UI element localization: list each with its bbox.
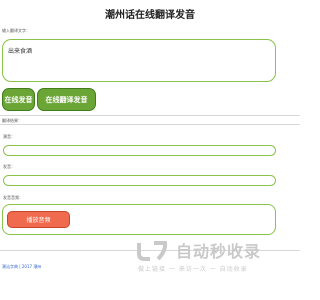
- divider: [0, 124, 300, 125]
- pronunciation-field[interactable]: [3, 175, 276, 186]
- pronunciation-label: 发音：: [3, 164, 15, 169]
- speak-button[interactable]: 在线发音: [2, 88, 35, 111]
- chaoyin-label: 潮音：: [3, 134, 15, 139]
- footer-link[interactable]: 潮汕字典 | 2017 潮州: [2, 264, 41, 270]
- translate-speak-button[interactable]: 在线翻译发音: [37, 88, 96, 111]
- watermark-text: 自动秒收录: [176, 242, 262, 261]
- input-label: 输入翻译文字：: [2, 28, 30, 33]
- watermark: 自动秒收录 做上链接 一 来访一次 一 自动收录: [136, 238, 296, 278]
- chaoyin-field[interactable]: [3, 145, 276, 156]
- divider: [0, 115, 300, 116]
- page-title: 潮州话在线翻译发音: [105, 10, 195, 21]
- watermark-logo-icon: [137, 241, 168, 261]
- play-audio-button[interactable]: 播放音频: [7, 211, 70, 228]
- audio-label: 发音音频：: [3, 195, 23, 200]
- translation-input[interactable]: 出来食酒: [2, 39, 276, 82]
- watermark-subtext: 做上链接 一 来访一次 一 自动收录: [138, 266, 248, 273]
